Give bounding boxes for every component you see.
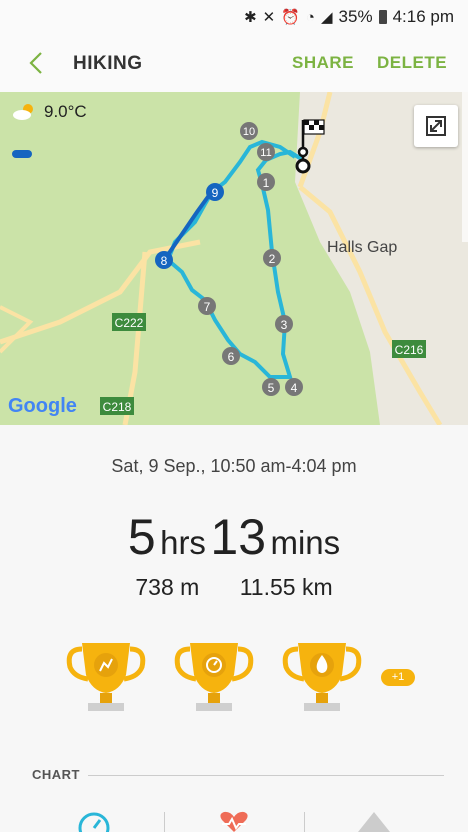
expand-icon <box>426 116 446 136</box>
distance-value: 11.55 km <box>239 574 333 600</box>
map-scrollbar[interactable] <box>462 92 468 242</box>
svg-text:6: 6 <box>228 350 235 364</box>
tab-divider-2 <box>304 812 305 832</box>
partly-cloudy-icon <box>13 104 33 120</box>
location-pill <box>12 150 32 158</box>
chart-tabs <box>0 808 468 832</box>
elevation-value: 738 m <box>135 574 200 600</box>
svg-text:1: 1 <box>263 176 270 190</box>
status-bar: ✱ ✕ ⏰ ◔ ◢ 35% 4:16 pm <box>0 0 468 34</box>
mute-icon: ✕ <box>262 9 276 26</box>
extra-trophies-badge[interactable]: +1 <box>381 669 415 686</box>
clock: 4:16 pm <box>392 7 454 26</box>
svg-text:8: 8 <box>161 254 168 268</box>
app-bar: HIKING SHARE DELETE <box>0 34 468 92</box>
google-logo: Google <box>8 395 77 417</box>
svg-text:2: 2 <box>269 252 276 266</box>
map-canvas: 1 2 3 4 5 6 7 8 9 10 11 Halls Gap C222 C… <box>0 92 468 425</box>
svg-text:4: 4 <box>291 381 298 395</box>
signal-icon: ◢ <box>320 9 333 26</box>
timer-trophy-icon[interactable] <box>168 635 260 719</box>
svg-text:3: 3 <box>281 318 288 332</box>
back-arrow-icon[interactable] <box>22 48 52 78</box>
tab-divider-1 <box>164 812 165 832</box>
chart-section-label: CHART <box>32 767 80 782</box>
svg-text:5: 5 <box>268 381 275 395</box>
battery-percent: 35% <box>338 7 373 26</box>
delete-button[interactable]: DELETE <box>377 53 447 73</box>
workout-date: Sat, 9 Sep., 10:50 am-4:04 pm <box>111 456 357 476</box>
workout-stats: 738 m 11.55 km <box>0 574 468 601</box>
chart-divider <box>88 775 444 776</box>
duration-minutes: 13 <box>210 509 267 565</box>
duration-hours: 5 <box>127 509 156 565</box>
workout-duration: 5 hrs 13 mins <box>0 508 468 566</box>
calorie-trophy-icon[interactable] <box>276 635 368 719</box>
duration-minutes-unit: mins <box>270 524 341 561</box>
bluetooth-icon: ✱ <box>244 9 257 26</box>
battery-icon <box>378 10 387 24</box>
wifi-icon: ◔ <box>305 8 315 26</box>
page-title: HIKING <box>73 53 143 74</box>
svg-text:C218: C218 <box>103 400 132 414</box>
svg-text:C216: C216 <box>395 343 424 357</box>
speed-tab-icon[interactable] <box>74 808 114 832</box>
weather-badge: 9.0°C <box>12 102 87 122</box>
expand-map-button[interactable] <box>414 105 458 147</box>
alarm-icon: ⏰ <box>281 9 300 26</box>
share-button[interactable]: SHARE <box>292 53 354 73</box>
route-map[interactable]: 1 2 3 4 5 6 7 8 9 10 11 Halls Gap C222 C… <box>0 92 468 425</box>
temperature: 9.0°C <box>44 102 87 121</box>
svg-text:9: 9 <box>212 186 219 200</box>
town-label: Halls Gap <box>327 239 397 256</box>
elevation-tab-icon[interactable] <box>354 808 394 832</box>
duration-hours-unit: hrs <box>160 524 206 561</box>
svg-text:7: 7 <box>204 300 211 314</box>
svg-text:11: 11 <box>260 147 271 159</box>
svg-text:C222: C222 <box>115 316 144 330</box>
svg-text:10: 10 <box>243 126 255 138</box>
heart-rate-tab-icon[interactable] <box>214 808 254 832</box>
route-trophy-icon[interactable] <box>60 635 152 719</box>
